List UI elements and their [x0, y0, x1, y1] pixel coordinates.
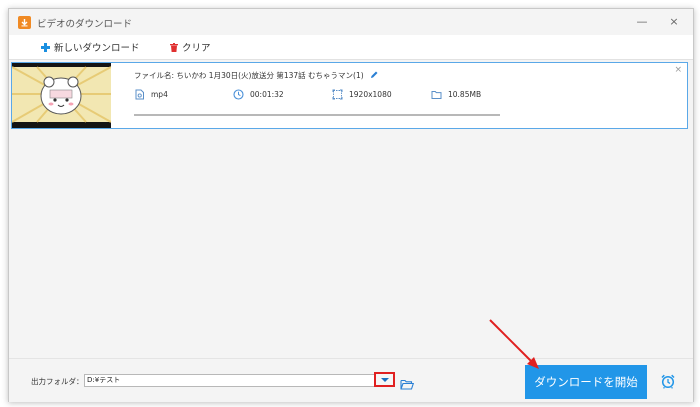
- remove-item-button[interactable]: ×: [674, 65, 682, 75]
- title-bar: ビデオのダウンロード — ×: [9, 9, 693, 35]
- resolution-value: 1920x1080: [349, 90, 392, 99]
- download-list: ファイル名: ちいかわ 1月30日(火)放送分 第137話 むちゃうマン(1) …: [9, 60, 693, 357]
- app-download-icon: [18, 16, 31, 29]
- alarm-clock-icon[interactable]: [660, 373, 676, 393]
- start-download-button[interactable]: ダウンロードを開始: [525, 365, 647, 399]
- output-folder-field[interactable]: D:¥テスト: [84, 374, 378, 387]
- dropdown-arrow-icon[interactable]: [374, 372, 395, 387]
- resolution-info: 1920x1080: [332, 89, 392, 100]
- video-thumbnail: [12, 63, 111, 128]
- folder-size-icon: [431, 89, 442, 100]
- trash-icon: [170, 42, 178, 52]
- filename-text: ファイル名: ちいかわ 1月30日(火)放送分 第137話 むちゃうマン(1): [134, 71, 364, 80]
- toolbar: 新しいダウンロード クリア: [9, 35, 693, 60]
- close-button[interactable]: ×: [667, 15, 681, 29]
- size-info: 10.85MB: [431, 89, 481, 100]
- minimize-button[interactable]: —: [635, 15, 649, 29]
- file-format-icon: [134, 89, 145, 100]
- new-download-button[interactable]: 新しいダウンロード: [41, 40, 140, 54]
- clear-label: クリア: [182, 43, 211, 54]
- clock-icon: [233, 89, 244, 100]
- resolution-icon: [332, 89, 343, 100]
- plus-icon: [41, 42, 50, 52]
- new-download-label: 新しいダウンロード: [54, 43, 140, 54]
- output-folder-label: 出力フォルダ：: [31, 377, 84, 386]
- download-window: ビデオのダウンロード — × 新しいダウンロード クリア ファイル名: ちいかわ…: [8, 8, 694, 402]
- filename-row: ファイル名: ちいかわ 1月30日(火)放送分 第137話 むちゃうマン(1): [134, 70, 379, 81]
- pencil-icon[interactable]: [370, 70, 379, 81]
- download-progress-bar: [134, 114, 500, 116]
- duration-value: 00:01:32: [250, 90, 284, 99]
- format-info: mp4: [134, 89, 168, 100]
- folder-open-icon[interactable]: [400, 375, 415, 394]
- clear-button[interactable]: クリア: [170, 40, 211, 54]
- format-value: mp4: [151, 90, 168, 99]
- download-item[interactable]: ファイル名: ちいかわ 1月30日(火)放送分 第137話 むちゃうマン(1) …: [11, 62, 688, 129]
- window-title: ビデオのダウンロード: [37, 19, 133, 30]
- duration-info: 00:01:32: [233, 89, 284, 100]
- bottom-bar: 出力フォルダ： D:¥テスト ダウンロードを開始: [9, 358, 693, 402]
- size-value: 10.85MB: [448, 90, 482, 99]
